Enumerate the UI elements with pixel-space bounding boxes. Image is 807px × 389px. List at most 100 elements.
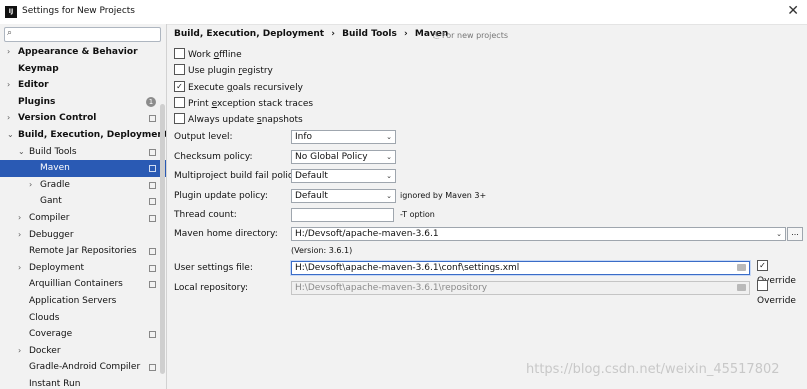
chevron-right-icon[interactable]: › bbox=[18, 343, 21, 360]
sidebar-item-docker[interactable]: › Docker bbox=[0, 343, 166, 360]
sidebar-item-gradle-android-compiler[interactable]: Gradle-Android Compiler bbox=[0, 359, 166, 376]
checkbox-box[interactable]: ✓ bbox=[174, 81, 185, 92]
sidebar-item-arquillian-containers[interactable]: Arquillian Containers bbox=[0, 276, 166, 293]
override-checkbox-box[interactable] bbox=[757, 280, 768, 291]
maven-home-select[interactable]: H:/Devsoft/apache-maven-3.6.1 ⌄ bbox=[291, 227, 786, 241]
scope-note: ⎘ For new projects bbox=[433, 31, 508, 41]
option-checkbox[interactable]: Work offline bbox=[174, 48, 242, 62]
chevron-down-icon[interactable]: ⌄ bbox=[18, 144, 25, 161]
chevron-right-icon[interactable]: › bbox=[7, 110, 10, 127]
user-settings-value: H:\Devsoft\apache-maven-3.6.1\conf\setti… bbox=[295, 263, 520, 273]
checkbox-label-part: Always update bbox=[188, 115, 257, 125]
window-title: Settings for New Projects bbox=[22, 6, 135, 16]
sidebar-item-application-servers[interactable]: Application Servers bbox=[0, 293, 166, 310]
checkbox-label-part: egistry bbox=[241, 66, 273, 76]
scope-note-text: For new projects bbox=[441, 31, 509, 40]
option-checkbox[interactable]: Print exception stack traces bbox=[174, 97, 313, 111]
thread-count-input[interactable] bbox=[291, 208, 394, 222]
option-checkbox[interactable]: ✓ Execute goals recursively bbox=[174, 81, 303, 95]
maven-home-browse-button[interactable]: ... bbox=[787, 227, 803, 241]
chevron-right-icon[interactable]: › bbox=[7, 44, 10, 61]
sidebar-item-keymap[interactable]: Keymap bbox=[0, 61, 166, 78]
checksum-policy-select[interactable]: No Global Policy ⌄ bbox=[291, 150, 396, 164]
project-scope-icon bbox=[149, 198, 156, 206]
thread-count-note: -T option bbox=[400, 210, 435, 219]
sidebar-item-label: Clouds bbox=[29, 312, 60, 323]
chevron-right-icon[interactable]: › bbox=[18, 210, 21, 227]
sidebar-item-label: Remote Jar Repositories bbox=[29, 246, 137, 257]
checkbox-label-part: Execute bbox=[188, 83, 227, 93]
search-icon: ⌕ bbox=[7, 28, 13, 38]
checkbox-box[interactable] bbox=[174, 113, 185, 124]
sidebar-item-deployment[interactable]: › Deployment bbox=[0, 260, 166, 277]
sidebar-item-label: Arquillian Containers bbox=[29, 279, 123, 290]
sidebar-item-gradle[interactable]: › Gradle bbox=[0, 177, 166, 194]
sidebar-item-instant-run[interactable]: Instant Run bbox=[0, 376, 166, 389]
sidebar-item-label: Compiler bbox=[29, 212, 70, 223]
output-level-value: Info bbox=[295, 132, 313, 142]
sidebar-item-editor[interactable]: › Editor bbox=[0, 77, 166, 94]
sidebar-item-label: Gradle bbox=[40, 179, 70, 190]
settings-search-input[interactable]: ⌕ bbox=[4, 27, 161, 42]
chevron-down-icon: ⌄ bbox=[386, 153, 392, 161]
sidebar-item-compiler[interactable]: › Compiler bbox=[0, 210, 166, 227]
maven-home-label: Maven home directory: bbox=[174, 229, 278, 239]
sidebar-item-appearance-behavior[interactable]: › Appearance & Behavior bbox=[0, 44, 166, 61]
checkbox-label-part: ffline bbox=[219, 50, 242, 60]
local-repository-input[interactable]: H:\Devsoft\apache-maven-3.6.1\repository bbox=[291, 281, 750, 295]
chevron-right-icon[interactable]: › bbox=[7, 77, 10, 94]
sidebar-item-version-control[interactable]: › Version Control bbox=[0, 110, 166, 127]
option-checkbox[interactable]: Use plugin registry bbox=[174, 64, 273, 78]
output-level-select[interactable]: Info ⌄ bbox=[291, 130, 396, 144]
thread-count-label: Thread count: bbox=[174, 210, 237, 220]
sidebar-item-label: Docker bbox=[29, 345, 61, 356]
local-repository-override-checkbox[interactable]: Override bbox=[757, 280, 807, 306]
project-scope-icon bbox=[149, 165, 156, 173]
title-bar: IJ Settings for New Projects ✕ bbox=[0, 0, 807, 25]
breadcrumb-build-tools: Build Tools bbox=[342, 29, 397, 39]
chevron-down-icon: ⌄ bbox=[386, 192, 392, 200]
sidebar-item-gant[interactable]: Gant bbox=[0, 193, 166, 210]
sidebar-item-build-tools[interactable]: ⌄ Build Tools bbox=[0, 144, 166, 161]
chevron-down-icon[interactable]: ⌄ bbox=[7, 127, 14, 144]
chevron-right-icon[interactable]: › bbox=[29, 177, 32, 194]
checkbox-box[interactable] bbox=[174, 48, 185, 59]
sidebar-item-remote-jar-repositories[interactable]: Remote Jar Repositories bbox=[0, 243, 166, 260]
multiproject-fail-policy-select[interactable]: Default ⌄ bbox=[291, 169, 396, 183]
checksum-policy-label: Checksum policy: bbox=[174, 152, 253, 162]
user-settings-override-checkbox[interactable]: ✓Override bbox=[757, 260, 807, 286]
sidebar-item-coverage[interactable]: Coverage bbox=[0, 326, 166, 343]
chevron-right-icon[interactable]: › bbox=[18, 260, 21, 277]
project-scope-icon bbox=[149, 248, 156, 256]
close-button[interactable]: ✕ bbox=[787, 3, 799, 19]
override-checkbox-box[interactable]: ✓ bbox=[757, 260, 768, 271]
sidebar-scrollbar[interactable] bbox=[160, 104, 165, 374]
project-scope-icon bbox=[149, 115, 156, 123]
plugin-update-policy-value: Default bbox=[295, 191, 328, 201]
user-settings-input[interactable]: H:\Devsoft\apache-maven-3.6.1\conf\setti… bbox=[291, 261, 750, 275]
sidebar-item-debugger[interactable]: › Debugger bbox=[0, 227, 166, 244]
sidebar-item-plugins[interactable]: Plugins 1 bbox=[0, 94, 166, 111]
sidebar-item-build-execution-deployment[interactable]: ⌄ Build, Execution, Deployment bbox=[0, 127, 166, 144]
breadcrumb-separator: › bbox=[404, 29, 408, 39]
plugin-update-policy-select[interactable]: Default ⌄ bbox=[291, 189, 396, 203]
option-checkbox[interactable]: Always update snapshots bbox=[174, 113, 303, 127]
maven-home-value: H:/Devsoft/apache-maven-3.6.1 bbox=[295, 229, 439, 239]
maven-version-text: (Version: 3.6.1) bbox=[291, 246, 353, 255]
checkbox-box[interactable] bbox=[174, 97, 185, 108]
project-scope-icon bbox=[149, 181, 156, 189]
project-scope-icon bbox=[149, 364, 156, 372]
settings-sidebar: ⌕ › Appearance & Behavior Keymap › Editor Plu… bbox=[0, 24, 167, 389]
sidebar-item-clouds[interactable]: Clouds bbox=[0, 310, 166, 327]
multiproject-fail-policy-label: Multiproject build fail policy: bbox=[174, 171, 301, 181]
checkbox-label-part: xception stack traces bbox=[216, 99, 314, 109]
watermark: https://blog.csdn.net/weixin_45517802 bbox=[526, 362, 780, 377]
chevron-right-icon[interactable]: › bbox=[18, 227, 21, 244]
checkbox-label-part: oals recursively bbox=[232, 83, 303, 93]
intellij-app-icon: IJ bbox=[5, 6, 17, 18]
folder-icon[interactable] bbox=[737, 284, 746, 291]
sidebar-item-maven[interactable]: Maven bbox=[0, 160, 166, 177]
plugin-update-note: ignored by Maven 3+ bbox=[400, 191, 487, 200]
checkbox-box[interactable] bbox=[174, 64, 185, 75]
folder-icon[interactable] bbox=[737, 264, 746, 271]
